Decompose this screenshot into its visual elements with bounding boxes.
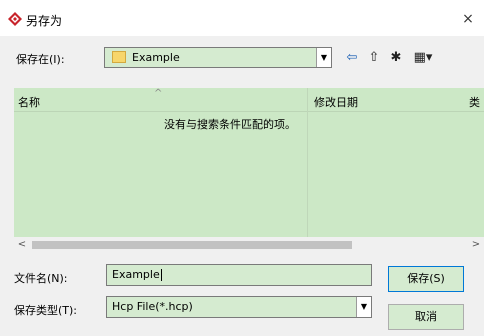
empty-message: 没有与搜索条件匹配的项。	[164, 118, 296, 131]
save-in-dropdown[interactable]: Example ▼	[104, 47, 332, 68]
column-divider	[307, 88, 308, 253]
column-name[interactable]: 名称	[18, 94, 40, 110]
scrollbar-thumb[interactable]	[32, 241, 352, 249]
view-menu-icon[interactable]: ▦▾	[410, 49, 436, 67]
chevron-down-icon[interactable]: ▼	[356, 297, 371, 317]
app-logo-icon	[8, 12, 22, 26]
up-folder-icon[interactable]: ⇧	[366, 49, 382, 67]
scroll-left-icon[interactable]: <	[14, 237, 30, 253]
file-list[interactable]: 名称 ^ 修改日期 类 没有与搜索条件匹配的项。 < >	[14, 88, 484, 253]
save-in-value: Example	[132, 51, 180, 64]
horizontal-scrollbar[interactable]: < >	[14, 237, 484, 253]
file-type-value: Hcp File(*.hcp)	[112, 300, 193, 313]
file-name-label: 文件名(N):	[14, 272, 68, 285]
window-title: 另存为	[26, 14, 63, 28]
save-in-label: 保存在(I):	[16, 53, 65, 66]
file-name-value: Example	[112, 268, 162, 281]
file-type-label: 保存类型(T):	[14, 304, 78, 317]
chevron-down-icon[interactable]: ▼	[316, 48, 331, 67]
title-bar: 另存为 ×	[0, 0, 484, 36]
file-name-input[interactable]: Example	[106, 264, 372, 286]
file-type-dropdown[interactable]: Hcp File(*.hcp) ▼	[106, 296, 372, 318]
list-header: 名称 ^ 修改日期 类	[14, 88, 484, 112]
column-date[interactable]: 修改日期	[314, 94, 358, 110]
sort-caret-icon: ^	[154, 88, 163, 99]
cancel-button[interactable]: 取消	[388, 304, 464, 330]
column-type[interactable]: 类	[469, 94, 480, 110]
back-icon[interactable]: ⇦	[344, 49, 360, 67]
folder-icon	[112, 51, 126, 63]
new-folder-icon[interactable]: ✱	[388, 49, 404, 67]
scroll-right-icon[interactable]: >	[468, 237, 484, 253]
save-button[interactable]: 保存(S)	[388, 266, 464, 292]
close-button[interactable]: ×	[458, 9, 478, 29]
